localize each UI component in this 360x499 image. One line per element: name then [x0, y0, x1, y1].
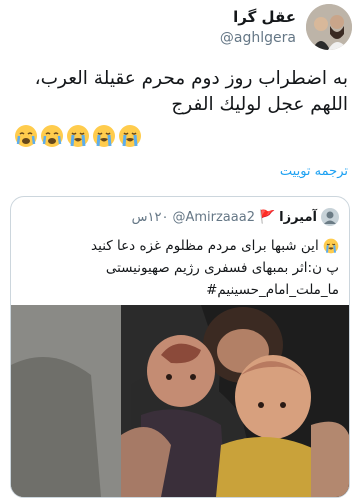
quoted-time: ۱۲۰س [131, 209, 169, 225]
translate-tweet-link[interactable]: ترجمه توییت [280, 164, 348, 179]
quoted-tweet[interactable]: آمیرزا 🚩 @Amirzaaa2 ۱۲۰س این شبها برای م… [10, 196, 350, 498]
quoted-photo[interactable] [11, 305, 349, 497]
tweet-text: به اضطراب روز دوم محرم عقيلة العرب، الله… [10, 66, 348, 118]
loudly-crying-face-icon [119, 125, 141, 147]
quoted-avatar[interactable] [321, 208, 339, 226]
loudly-crying-face-icon [323, 238, 339, 254]
quoted-text-line-1-text: این شبها برای مردم مظلوم غزه دعا کنید [91, 238, 319, 254]
quoted-handle[interactable]: @Amirzaaa2 [172, 210, 255, 225]
tweet-header: عقل گرا @aghlgera [0, 0, 360, 58]
quoted-header: آمیرزا 🚩 @Amirzaaa2 ۱۲۰س [132, 207, 339, 227]
display-name[interactable]: عقل گرا [233, 8, 296, 26]
emoji-row [14, 124, 142, 148]
hashtag-link[interactable]: ما_ملت_امام_حسینیم# [21, 279, 339, 301]
quoted-display-name[interactable]: آمیرزا [279, 210, 317, 225]
crying-face-icon [15, 125, 37, 147]
quoted-text-line-2: پ ن:اثر بمبهای فسفری رژیم صهیونیستی [105, 260, 339, 276]
flag-icon: 🚩 [258, 209, 276, 225]
tweet-text-line-1: به اضطراب روز دوم محرم عقيلة العرب، [34, 68, 348, 89]
quoted-avatar-icon [321, 208, 339, 226]
avatar[interactable] [306, 4, 352, 50]
loudly-crying-face-icon [93, 125, 115, 147]
tweet-text-line-2: اللهم عجل لوليك الفرج [171, 94, 348, 115]
user-handle[interactable]: @aghlgera [220, 30, 296, 46]
avatar-photo-icon [306, 4, 352, 50]
quoted-text: این شبها برای مردم مظلوم غزه دعا کنید پ … [21, 235, 339, 301]
loudly-crying-face-icon [67, 125, 89, 147]
crying-face-icon [41, 125, 63, 147]
quoted-text-line-1: این شبها برای مردم مظلوم غزه دعا کنید [21, 235, 339, 257]
